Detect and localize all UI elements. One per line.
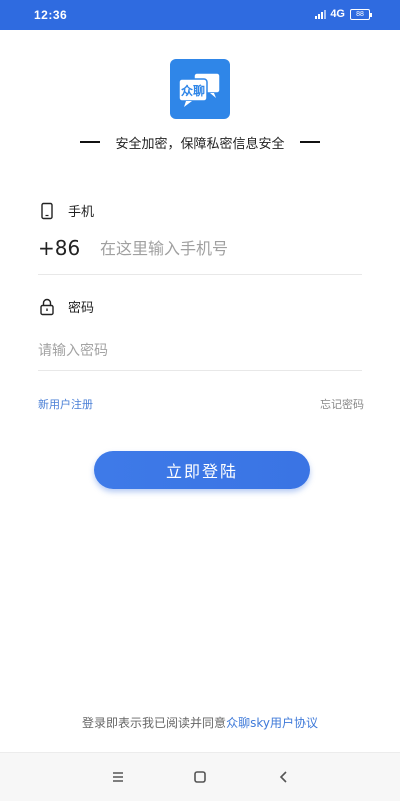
battery-icon: 88 <box>350 8 372 20</box>
password-divider <box>38 370 362 371</box>
app-logo: 众聊 » <box>170 59 230 119</box>
logo-text: 众聊 <box>181 83 205 98</box>
svg-text:»: » <box>214 72 218 80</box>
password-label-text: 密码 <box>68 301 95 316</box>
back-icon[interactable] <box>274 767 294 787</box>
phone-label-text: 手机 <box>68 205 95 220</box>
battery-level: 88 <box>356 10 364 18</box>
phone-input[interactable] <box>100 238 350 258</box>
status-bar: 12:36 4G 88 <box>0 0 400 30</box>
signal-icon <box>315 9 327 19</box>
phone-label: 手机 <box>38 201 94 220</box>
register-link[interactable]: 新用户注册 <box>38 396 93 412</box>
agreement-text: 登录即表示我已阅读并同意众聊sky用户协议 <box>0 714 400 731</box>
slogan-row: 安全加密，保障私密信息安全 <box>0 132 400 152</box>
phone-row: +86 <box>38 234 362 262</box>
phone-icon <box>38 202 56 220</box>
phone-divider <box>38 274 362 275</box>
chat-bubbles-logo-icon: 众聊 » <box>178 72 221 107</box>
slogan-text: 安全加密，保障私密信息安全 <box>115 137 285 152</box>
login-button[interactable]: 立即登陆 <box>94 451 310 489</box>
network-type: 4G <box>330 8 345 20</box>
password-label: 密码 <box>38 297 94 316</box>
lock-icon <box>38 298 56 316</box>
status-time: 12:36 <box>34 8 68 22</box>
slogan-divider-right <box>300 141 320 143</box>
system-navigation-bar <box>0 752 400 801</box>
home-icon[interactable] <box>190 767 210 787</box>
menu-icon[interactable] <box>108 767 128 787</box>
agreement-prefix: 登录即表示我已阅读并同意 <box>82 716 227 730</box>
status-indicators: 4G 88 <box>315 8 372 20</box>
password-input[interactable] <box>38 338 362 364</box>
user-agreement-link[interactable]: 众聊sky用户协议 <box>226 716 318 730</box>
forgot-password-link[interactable]: 忘记密码 <box>320 396 364 412</box>
country-code[interactable]: +86 <box>38 236 100 260</box>
